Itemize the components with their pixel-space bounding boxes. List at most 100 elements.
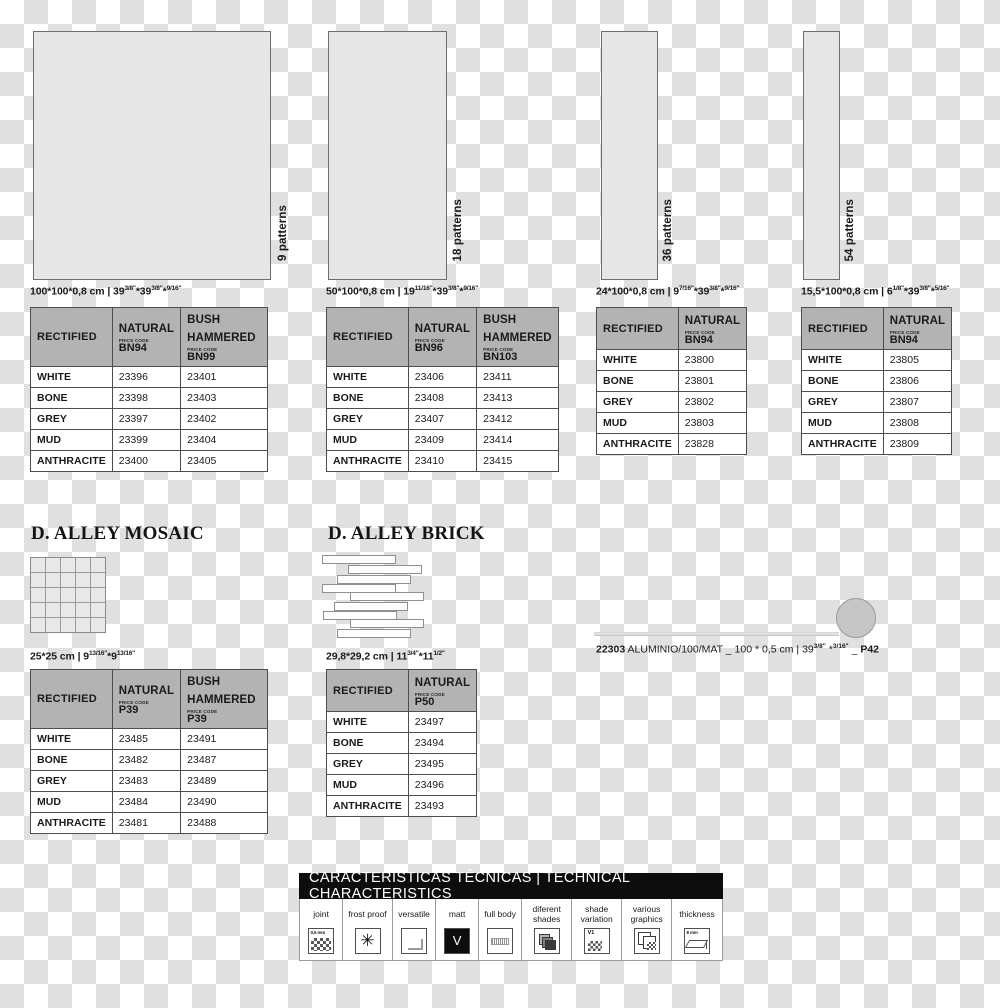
brick-bar	[337, 575, 411, 584]
finish-name: BUSH HAMMERED	[187, 314, 256, 344]
versatile-icon-box	[401, 928, 428, 954]
header-finish-natural: NATURAL PRICE CODE BN94	[882, 307, 953, 350]
header-finish-natural: NATURAL PRICE CODE BN94	[111, 307, 182, 367]
dim-metric: 25*25 cm	[30, 650, 75, 663]
dim-sep: |	[390, 650, 394, 663]
dim-imp-2-frac: 9/16"	[166, 285, 182, 292]
row-code-natural: 23484	[111, 790, 182, 813]
table-row: WHITE 23406 23411	[326, 365, 559, 388]
dim-imp-2-frac: 9/16"	[724, 285, 740, 292]
dim-sep: |	[397, 285, 401, 298]
table-row: BONE 23482 23487	[30, 748, 268, 771]
row-colour: MUD	[596, 412, 679, 434]
tech-label: matt	[448, 909, 466, 920]
tech-label: joint	[313, 909, 329, 920]
row-code-bush: 23411	[476, 365, 559, 388]
tech-label: shade variation	[580, 904, 613, 924]
row-colour: WHITE	[30, 727, 113, 750]
trim-sep-3: _	[851, 643, 858, 656]
dim-imp-1-frac: 3/8"	[919, 285, 931, 292]
joint-value: 0,5 mm	[310, 930, 326, 935]
row-code-natural: 23803	[677, 412, 748, 434]
finish-code: BN99	[187, 351, 216, 363]
tech-item-various-graphics[interactable]: various graphics	[622, 899, 673, 960]
mosaic-cell	[31, 618, 45, 632]
tech-item-versatile[interactable]: versatile	[393, 899, 437, 960]
brick-bar	[322, 555, 396, 564]
trim-metric: 100 * 0,5 cm	[734, 643, 794, 656]
row-colour: BONE	[326, 732, 409, 754]
table-row: WHITE 23485 23491	[30, 727, 268, 750]
shade-variation-value: V1	[587, 930, 595, 936]
mosaic-cell	[46, 588, 60, 602]
product-table-mosaic: RECTIFIED NATURAL PRICE CODE P39 BUSH HA…	[30, 669, 268, 834]
row-colour: ANTHRACITE	[30, 449, 113, 472]
dim-imp-1-whole: *39	[693, 285, 710, 298]
finish-code: BN103	[483, 351, 518, 363]
row-colour: MUD	[326, 774, 409, 796]
row-code-natural: 23483	[111, 769, 182, 792]
row-code-bush: 23488	[180, 811, 268, 834]
table-row: BONE 23408 23413	[326, 386, 559, 409]
dim-imp-1-whole: *39	[135, 285, 152, 298]
matt-icon: V	[444, 928, 471, 954]
row-code-natural: 23410	[407, 449, 478, 472]
matt-glyph: V	[452, 933, 462, 948]
joint-grid	[311, 938, 332, 951]
finish-code: BN96	[414, 342, 443, 354]
row-code-natural: 23407	[407, 407, 478, 430]
brick-bar	[348, 565, 422, 574]
row-code-natural: 23800	[677, 349, 748, 371]
section-title-mosaic: D. ALLEY MOSAIC	[31, 523, 204, 544]
table-header-row: RECTIFIED NATURAL PRICE CODE BN94	[596, 307, 748, 350]
table-header-row: RECTIFIED NATURAL PRICE CODE P39 BUSH HA…	[30, 669, 268, 729]
product-table-50x100: RECTIFIED NATURAL PRICE CODE BN96 BUSH H…	[326, 307, 559, 472]
row-code-natural: 23828	[677, 433, 748, 455]
mosaic-cell	[61, 558, 75, 572]
mosaic-cell	[61, 588, 75, 602]
tech-item-diferent-shades[interactable]: diferent shades	[522, 899, 573, 960]
table-row: GREY 23483 23489	[30, 769, 268, 792]
dim-metric: 15,5*100*0,8 cm	[801, 285, 879, 298]
row-code-natural: 23802	[677, 391, 748, 413]
mosaic-cell	[76, 618, 90, 632]
table-row: BONE 23494	[326, 732, 478, 754]
tech-item-matt[interactable]: matt V	[436, 899, 480, 960]
tech-item-thickness[interactable]: thickness 8 mm	[672, 899, 722, 960]
technical-characteristics-row: joint 0,5 mm frost proof ✳ versatile mat…	[299, 899, 723, 961]
mosaic-cell	[46, 618, 60, 632]
thickness-icon: 8 mm	[684, 928, 711, 954]
row-code-bush: 23412	[476, 407, 559, 430]
tech-item-frost-proof[interactable]: frost proof ✳	[343, 899, 394, 960]
product-table-24x100: RECTIFIED NATURAL PRICE CODE BN94 WHITE …	[596, 307, 748, 455]
tech-item-shade-variation[interactable]: shade variation V1	[572, 899, 623, 960]
row-code-bush: 23491	[180, 727, 268, 750]
header-rectified: RECTIFIED	[30, 307, 113, 367]
finish-name: NATURAL	[414, 323, 471, 335]
versatile-icon	[401, 928, 428, 954]
table-row: MUD 23803	[596, 412, 748, 434]
section-title-brick: D. ALLEY BRICK	[328, 523, 485, 544]
finish-code: P39	[187, 713, 207, 725]
header-finish-natural: NATURAL PRICE CODE P50	[407, 669, 478, 712]
tech-item-full-body[interactable]: full body	[479, 899, 523, 960]
product-table-100x100: RECTIFIED NATURAL PRICE CODE BN94 BUSH H…	[30, 307, 268, 472]
header-finish-bush-hammered: BUSH HAMMERED PRICE CODE BN99	[180, 307, 268, 367]
table-row: ANTHRACITE 23481 23488	[30, 811, 268, 834]
dim-imp-1-frac: 3/8"	[448, 285, 460, 292]
dim-imp-0-whole: 19	[403, 285, 415, 298]
trim-sep-1: _	[725, 643, 732, 656]
row-colour: GREY	[326, 407, 409, 430]
tech-item-joint[interactable]: joint 0,5 mm	[300, 899, 344, 960]
mosaic-cell	[76, 603, 90, 617]
dim-imp-0-whole: 11	[396, 650, 408, 663]
row-code-natural: 23408	[407, 386, 478, 409]
trim-imp-whole: 39	[802, 643, 814, 656]
graphics-grid	[646, 942, 656, 950]
header-rectified: RECTIFIED	[30, 669, 113, 729]
table-row: GREY 23397 23402	[30, 407, 268, 430]
row-code-bush: 23413	[476, 386, 559, 409]
header-rectified: RECTIFIED	[326, 307, 409, 367]
row-colour: WHITE	[30, 365, 113, 388]
row-code-natural: 23396	[111, 365, 182, 388]
